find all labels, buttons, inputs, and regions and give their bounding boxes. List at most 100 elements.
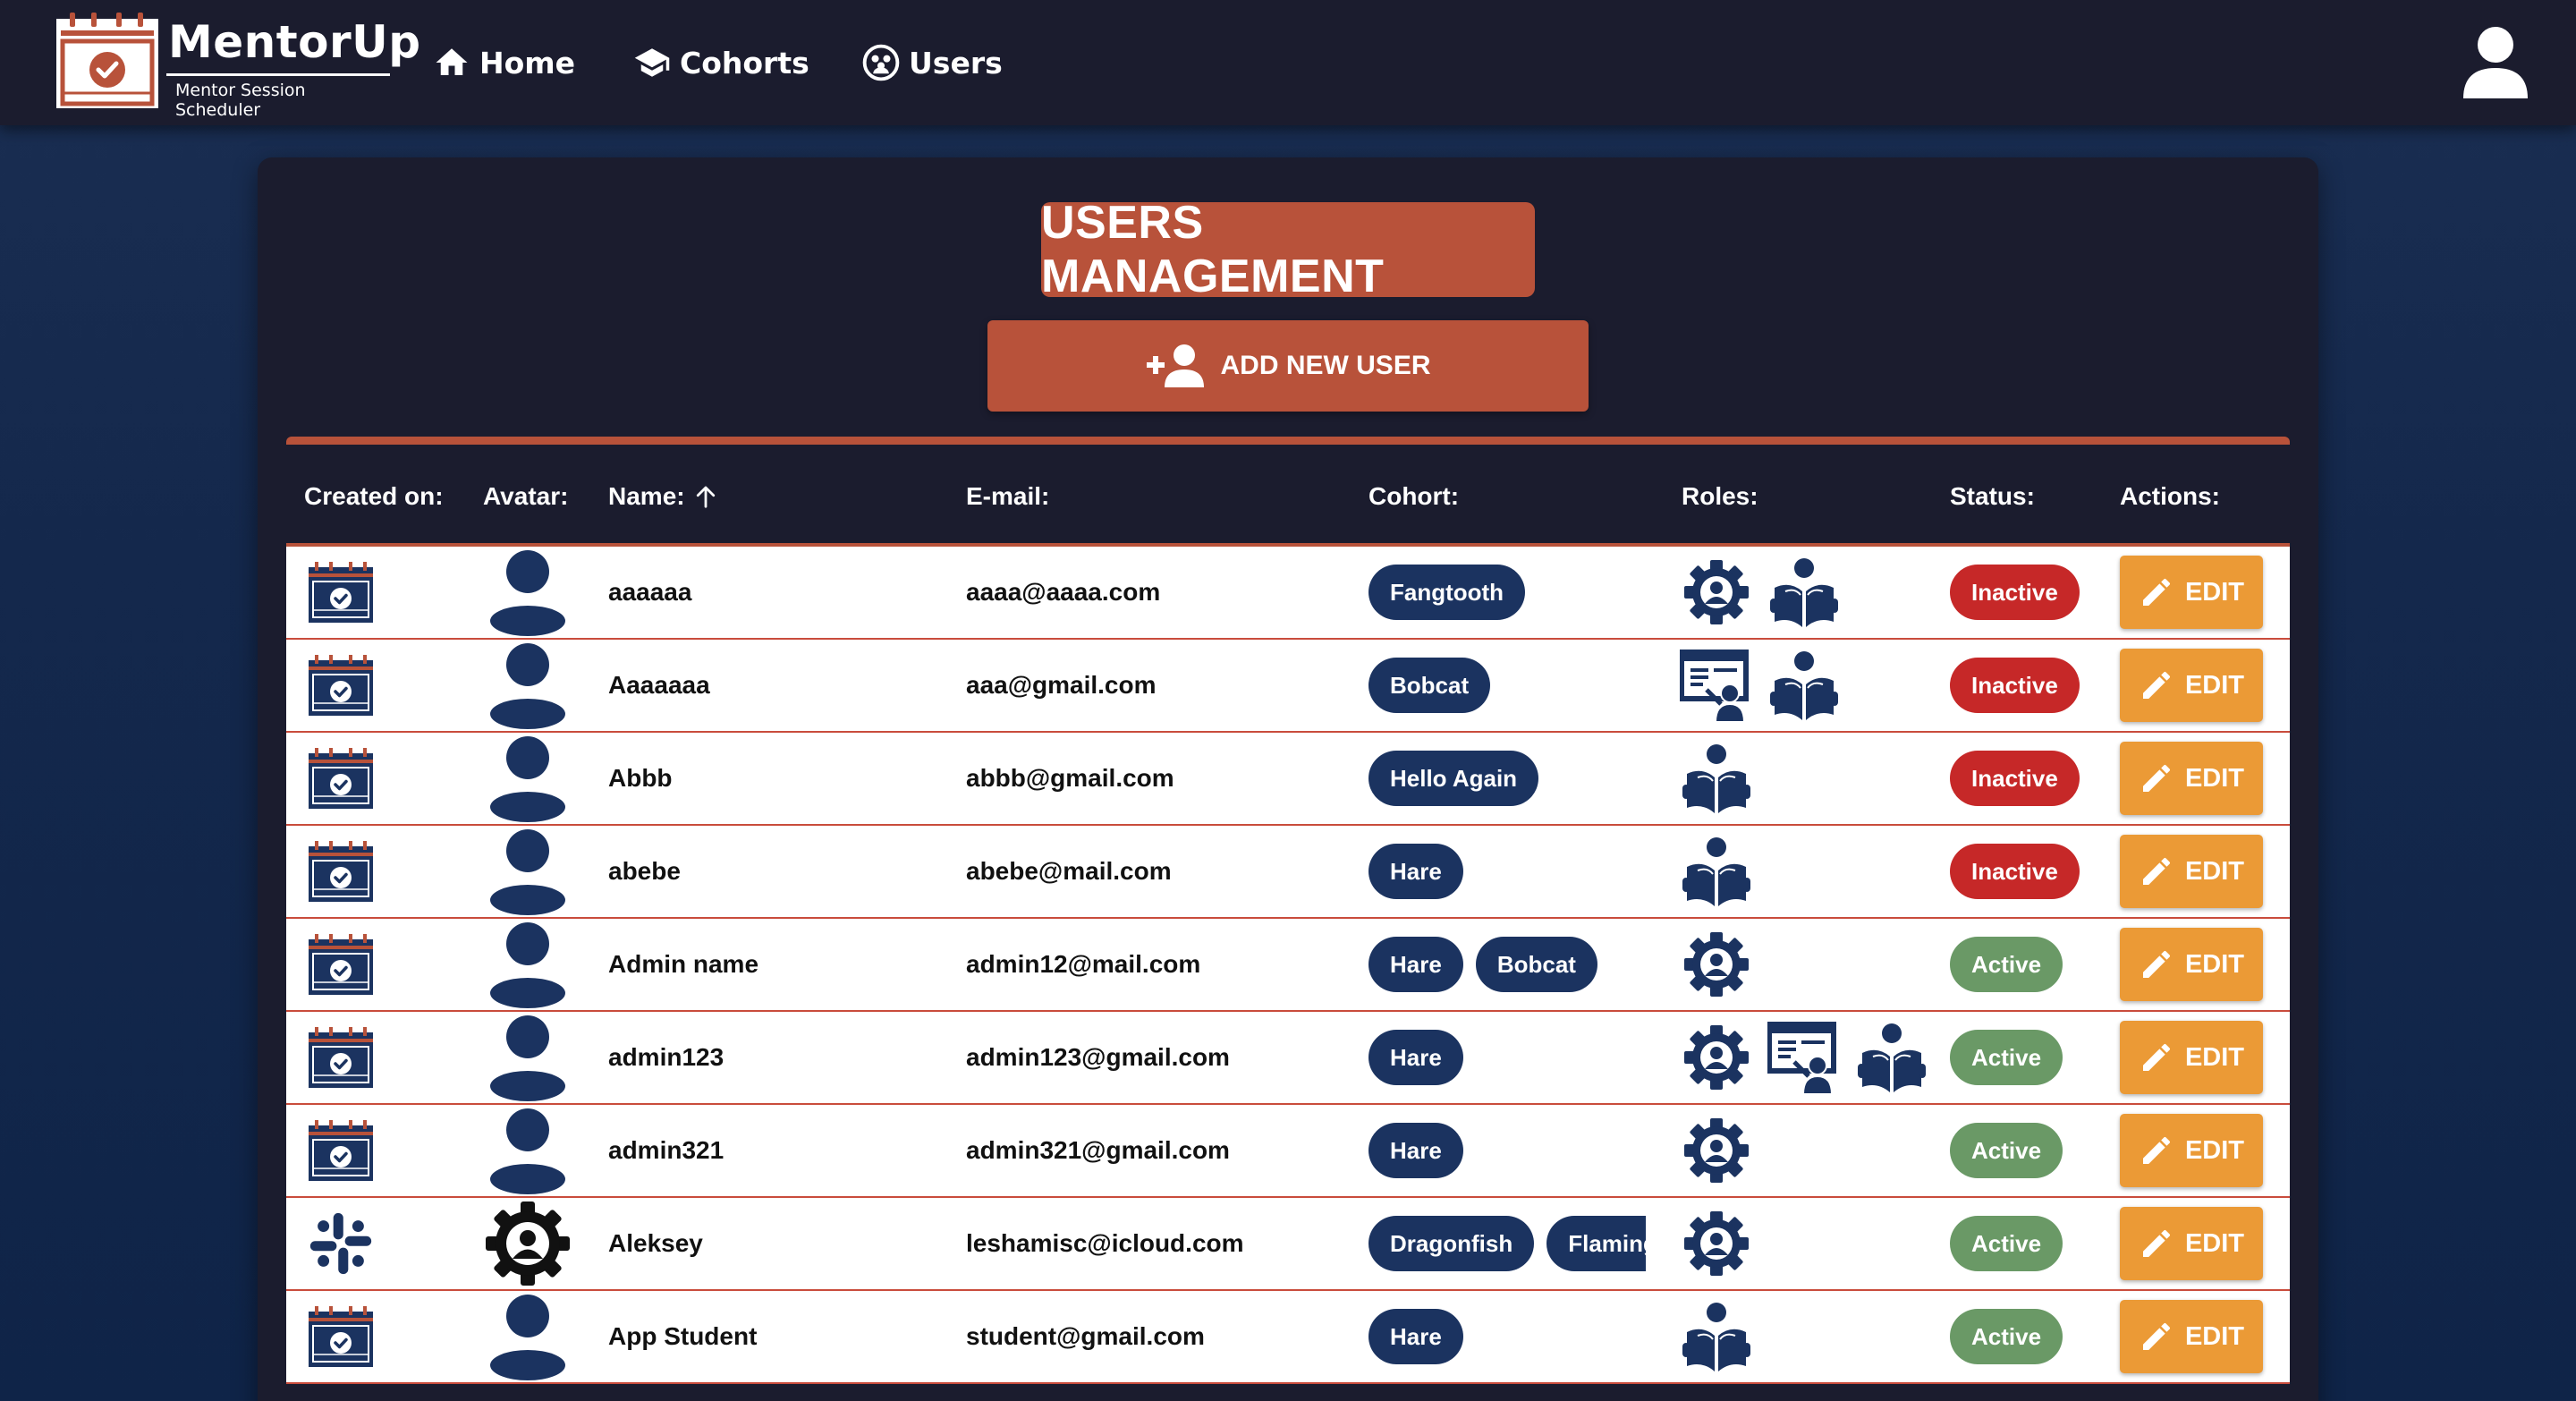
avatar xyxy=(485,919,571,1010)
pencil-icon xyxy=(2142,1136,2170,1164)
student-reading-icon xyxy=(1682,1303,1750,1371)
edit-button[interactable]: EDIT xyxy=(2120,1300,2263,1373)
header-roles[interactable]: Roles: xyxy=(1682,482,1758,511)
role-admin xyxy=(1680,928,1753,1001)
role-admin xyxy=(1680,1114,1753,1187)
pencil-icon xyxy=(2142,578,2170,606)
pencil-icon xyxy=(2142,857,2170,885)
calendar-logo-icon xyxy=(56,13,158,108)
created-on-cell xyxy=(306,1105,377,1196)
cohort-chip: Bobcat xyxy=(1368,658,1491,713)
calendar-check-icon xyxy=(309,1306,373,1367)
actions-cell: EDIT xyxy=(2120,733,2263,824)
roles-cell xyxy=(1680,1291,1753,1382)
roles-cell xyxy=(1680,733,1753,824)
user-profile-icon[interactable] xyxy=(2460,25,2531,100)
cohort-chip: Hare xyxy=(1368,1309,1463,1364)
status-cell: Active xyxy=(1950,919,2063,1010)
header-name[interactable]: Name: xyxy=(608,482,719,511)
roles-cell xyxy=(1680,826,1753,917)
table-row[interactable]: aaaaaa aaaa@aaaa.com Fangtooth Inactive … xyxy=(286,547,2290,640)
header-created[interactable]: Created on: xyxy=(304,482,444,511)
cohort-cell: Hare xyxy=(1368,826,1646,917)
actions-cell: EDIT xyxy=(2120,1291,2263,1382)
status-badge: Active xyxy=(1950,937,2063,992)
role-student xyxy=(1767,649,1841,722)
status-badge: Active xyxy=(1950,1309,2063,1364)
add-new-user-button[interactable]: ADD NEW USER xyxy=(987,320,1589,412)
edit-button[interactable]: EDIT xyxy=(2120,556,2263,629)
table-row[interactable]: Aaaaaaa aaa@gmail.com Bobcat Inactive EDIT xyxy=(286,640,2290,733)
table-row[interactable]: Aleksey leshamisc@icloud.com Dragonfish Fla… xyxy=(286,1198,2290,1291)
user-silhouette-icon xyxy=(490,829,565,915)
calendar-check-icon xyxy=(309,562,373,623)
edit-button[interactable]: EDIT xyxy=(2120,1114,2263,1187)
edit-label: EDIT xyxy=(2184,670,2245,700)
nav-home-link[interactable]: Home xyxy=(433,39,575,86)
avatar xyxy=(485,640,571,731)
cohort-cell: DragonfishFlaming xyxy=(1368,1198,1646,1289)
cohort-chip: Fangtooth xyxy=(1368,565,1526,620)
table-row[interactable]: App Student student@gmail.com Hare Active E… xyxy=(286,1291,2290,1384)
avatar xyxy=(485,1105,571,1196)
student-reading-icon xyxy=(1770,558,1838,627)
avatar xyxy=(485,733,571,824)
admin-gear-icon xyxy=(1684,932,1749,997)
page-title: USERS MANAGEMENT xyxy=(1041,197,1535,302)
table-row[interactable]: Admin name admin12@mail.com Hare Bobcat Act… xyxy=(286,919,2290,1012)
brand-logo[interactable]: MentorUp Mentor Session Scheduler xyxy=(55,11,420,120)
status-cell: Active xyxy=(1950,1198,2063,1289)
edit-button[interactable]: EDIT xyxy=(2120,928,2263,1001)
table-row[interactable]: admin321 admin321@gmail.com Hare Active EDI… xyxy=(286,1105,2290,1198)
status-badge: Inactive xyxy=(1950,751,2080,806)
user-email: admin12@mail.com xyxy=(966,950,1201,978)
user-name: Admin name xyxy=(608,950,759,978)
cohort-chip: Dragonfish xyxy=(1368,1216,1535,1271)
user-email: leshamisc@icloud.com xyxy=(966,1229,1244,1257)
table-row[interactable]: Abbb abbb@gmail.com Hello Again Inactive ED… xyxy=(286,733,2290,826)
user-email: student@gmail.com xyxy=(966,1322,1205,1350)
avatar xyxy=(485,547,571,638)
edit-button[interactable]: EDIT xyxy=(2120,649,2263,722)
edit-button[interactable]: EDIT xyxy=(2120,1021,2263,1094)
created-on-cell xyxy=(306,826,377,917)
header-email[interactable]: E-mail: xyxy=(966,482,1049,511)
user-name: admin123 xyxy=(608,1043,724,1071)
slack-icon xyxy=(309,1212,372,1275)
admin-gear-icon xyxy=(1684,1025,1749,1090)
header-avatar[interactable]: Avatar: xyxy=(483,482,568,511)
status-badge: Active xyxy=(1950,1030,2063,1085)
table-row[interactable]: abebe abebe@mail.com Hare Inactive EDIT xyxy=(286,826,2290,919)
cohort-cell: Hare Bobcat xyxy=(1368,919,1646,1010)
header-cohort[interactable]: Cohort: xyxy=(1368,482,1459,511)
calendar-check-icon xyxy=(309,1120,373,1181)
cohort-chip: Bobcat xyxy=(1475,937,1597,992)
edit-label: EDIT xyxy=(2184,1042,2245,1072)
status-badge: Inactive xyxy=(1950,565,2080,620)
actions-cell: EDIT xyxy=(2120,826,2263,917)
roles-cell xyxy=(1680,1105,1753,1196)
top-navbar: MentorUp Mentor Session Scheduler Home C… xyxy=(0,0,2576,125)
pencil-icon xyxy=(2142,1229,2170,1257)
user-email: admin123@gmail.com xyxy=(966,1043,1230,1071)
table-body: aaaaaa aaaa@aaaa.com Fangtooth Inactive … xyxy=(286,547,2290,1384)
table-top-border xyxy=(286,437,2290,445)
avatar xyxy=(485,826,571,917)
role-admin xyxy=(1680,1207,1753,1280)
header-status[interactable]: Status: xyxy=(1950,482,2035,511)
cohort-cell: Hello Again xyxy=(1368,733,1646,824)
calendar-check-icon xyxy=(309,1027,373,1088)
status-badge: Inactive xyxy=(1950,658,2080,713)
edit-button[interactable]: EDIT xyxy=(2120,1207,2263,1280)
nav-cohorts-link[interactable]: Cohorts xyxy=(633,39,809,86)
cohort-cell: Hare xyxy=(1368,1291,1646,1382)
edit-button[interactable]: EDIT xyxy=(2120,835,2263,908)
role-student xyxy=(1767,556,1841,629)
nav-users-link[interactable]: Users xyxy=(862,39,1003,86)
edit-button[interactable]: EDIT xyxy=(2120,742,2263,815)
table-row[interactable]: admin123 admin123@gmail.com Hare Active … xyxy=(286,1012,2290,1105)
add-user-icon xyxy=(1147,344,1205,387)
roles-cell xyxy=(1680,640,1841,731)
pencil-icon xyxy=(2142,1043,2170,1071)
avatar xyxy=(485,1012,571,1103)
